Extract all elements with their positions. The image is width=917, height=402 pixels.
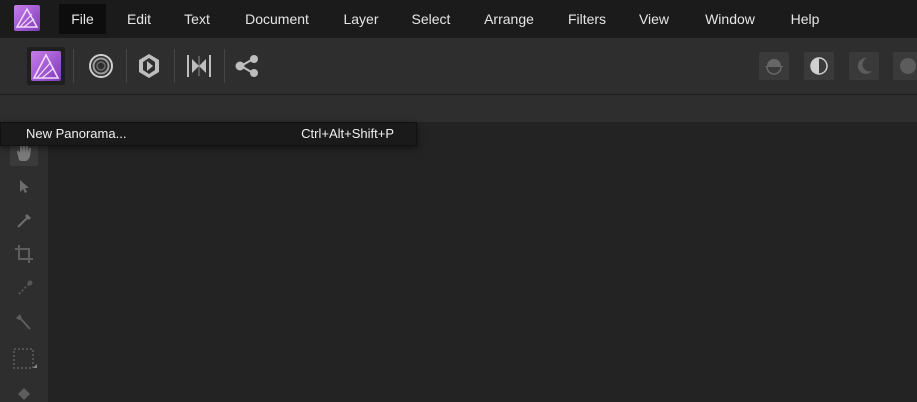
- develop-persona-button[interactable]: [130, 47, 168, 85]
- document-canvas[interactable]: [48, 122, 917, 402]
- flip-button[interactable]: [759, 52, 789, 80]
- flood-select-tool[interactable]: [10, 308, 38, 336]
- export-persona-button[interactable]: [228, 47, 266, 85]
- file-menu-dropdown: New Panorama... Ctrl+Alt+Shift+P: [0, 122, 417, 146]
- menu-select[interactable]: Select: [401, 4, 461, 34]
- toolbar-separator: [126, 49, 127, 83]
- menu-edit[interactable]: Edit: [117, 4, 161, 34]
- export-persona-icon: [235, 55, 258, 77]
- selection-brush-icon: [18, 280, 33, 295]
- menu-filters[interactable]: Filters: [558, 4, 616, 34]
- move-tool[interactable]: [10, 172, 38, 200]
- fill-tool[interactable]: [10, 378, 38, 402]
- move-arrow-icon: [20, 180, 29, 193]
- toolbar-separator: [73, 49, 74, 83]
- tools-panel: [0, 122, 48, 402]
- crop-icon: [15, 245, 33, 263]
- color-picker-tool[interactable]: [10, 206, 38, 234]
- liquify-persona-button[interactable]: [82, 47, 120, 85]
- tone-mapping-persona-icon: [187, 55, 211, 77]
- color-picker-icon: [17, 214, 31, 228]
- persona-toolbar: [0, 38, 917, 95]
- contrast-button[interactable]: [804, 52, 834, 80]
- toolbar-separator: [224, 49, 225, 83]
- menu-text[interactable]: Text: [174, 4, 220, 34]
- affinity-photo-window: File Edit Text Document Layer Select Arr…: [0, 0, 917, 402]
- liquify-persona-icon: [89, 54, 113, 78]
- marquee-tool[interactable]: [10, 344, 38, 372]
- crop-tool[interactable]: [10, 240, 38, 268]
- photo-persona-button[interactable]: [27, 47, 65, 85]
- contrast-icon: [810, 57, 828, 75]
- develop-persona-icon: [139, 54, 159, 78]
- menu-view[interactable]: View: [629, 4, 679, 34]
- menu-layer[interactable]: Layer: [334, 4, 388, 34]
- menu-arrange[interactable]: Arrange: [474, 4, 544, 34]
- moon-icon: [857, 57, 872, 74]
- circle-icon: [900, 58, 916, 74]
- flood-select-icon: [16, 314, 31, 330]
- fill-icon: [18, 388, 30, 400]
- selection-brush-tool[interactable]: [10, 274, 38, 302]
- marquee-icon: [13, 348, 37, 369]
- menu-file[interactable]: File: [59, 4, 106, 34]
- toolbar-separator: [174, 49, 175, 83]
- menu-help[interactable]: Help: [780, 4, 830, 34]
- menu-window[interactable]: Window: [692, 4, 768, 34]
- menu-item-shortcut: Ctrl+Alt+Shift+P: [301, 126, 394, 141]
- menu-bar: File Edit Text Document Layer Select Arr…: [0, 0, 917, 38]
- moon-button[interactable]: [849, 52, 879, 80]
- photo-persona-icon: [31, 51, 61, 81]
- affinity-photo-logo-icon[interactable]: [14, 5, 40, 31]
- menu-item-label: New Panorama...: [26, 126, 127, 141]
- tone-mapping-persona-button[interactable]: [180, 47, 218, 85]
- flip-icon: [765, 59, 783, 75]
- circle-button[interactable]: [893, 52, 917, 80]
- menu-item-new-panorama[interactable]: New Panorama... Ctrl+Alt+Shift+P: [1, 123, 416, 145]
- menu-document[interactable]: Document: [232, 4, 322, 34]
- context-toolbar: [0, 95, 917, 122]
